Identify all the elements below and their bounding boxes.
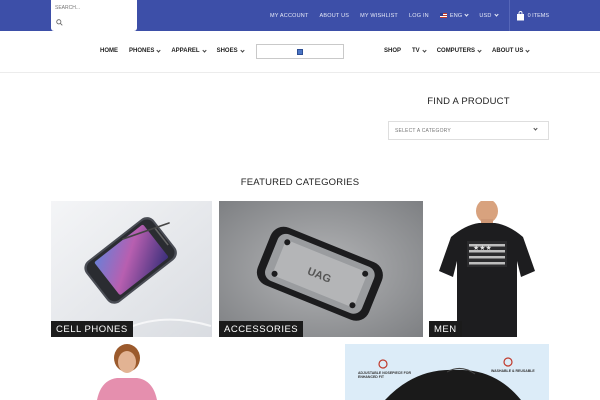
category-tile-cell-phones[interactable]: CELL PHONES: [51, 201, 212, 337]
nav-item-shoes[interactable]: SHOES: [216, 47, 245, 54]
my-wishlist-link[interactable]: MY WISHLIST: [360, 13, 398, 19]
language-label: ENG: [449, 12, 463, 19]
nav-item-tv[interactable]: TV: [412, 47, 427, 54]
search-icon[interactable]: [56, 19, 63, 26]
category-label: MEN: [429, 321, 462, 337]
nav-label: SHOP: [384, 48, 402, 54]
cart-button[interactable]: 0 ITEMS: [516, 10, 549, 21]
chevron-down-icon: [156, 47, 161, 53]
currency-label: USD: [479, 12, 492, 19]
nav-label: HOME: [100, 48, 118, 54]
my-account-link[interactable]: MY ACCOUNT: [270, 13, 309, 19]
chevron-down-icon: [493, 12, 499, 17]
site-logo[interactable]: [256, 44, 344, 59]
main-nav: HOME PHONES APPAREL SHOES SHOP TV COMPUT…: [0, 31, 600, 73]
log-in-link[interactable]: LOG IN: [409, 13, 429, 19]
cart-count: 0 ITEMS: [527, 12, 549, 19]
chevron-down-icon: [239, 47, 245, 53]
about-us-link[interactable]: ABOUT US: [320, 13, 350, 19]
top-bar: MY ACCOUNT ABOUT US MY WISHLIST LOG IN E…: [0, 0, 600, 31]
find-product-heading: FIND A PRODUCT: [427, 96, 510, 107]
nav-item-apparel[interactable]: APPAREL: [171, 47, 207, 54]
nav-item-shop[interactable]: SHOP: [384, 48, 401, 54]
search-input[interactable]: [55, 2, 133, 14]
nav-label: ABOUT US: [492, 48, 524, 54]
divider: [508, 0, 510, 31]
mask-caption-right: WASHABLE & REUSABLE: [491, 369, 535, 373]
us-flag-icon: [439, 13, 447, 18]
mask-caption-left: ADJUSTABLE NOSEPIECE FOR ENHANCED FIT: [358, 371, 412, 379]
currency-selector[interactable]: USD: [479, 12, 499, 19]
nav-label: APPAREL: [171, 48, 200, 54]
chevron-down-icon: [525, 47, 530, 53]
category-tile-masks[interactable]: ADJUSTABLE NOSEPIECE FOR ENHANCED FIT WA…: [345, 344, 549, 400]
category-select[interactable]: SELECT A CATEGORY: [388, 121, 549, 140]
nav-right: SHOP TV COMPUTERS ABOUT US: [384, 31, 540, 71]
nav-left: HOME PHONES APPAREL SHOES: [100, 31, 255, 71]
nav-item-about-us[interactable]: ABOUT US: [492, 47, 530, 54]
category-tile-men[interactable]: ★★★ MEN: [429, 201, 549, 337]
nav-item-phones[interactable]: PHONES: [129, 47, 161, 54]
category-label: CELL PHONES: [51, 321, 133, 337]
chevron-down-icon: [201, 47, 207, 53]
nav-label: TV: [412, 48, 420, 54]
cell-phones-image: [51, 201, 212, 337]
language-selector[interactable]: ENG: [439, 12, 469, 19]
shopping-bag-icon: [516, 10, 524, 20]
women-image: [51, 344, 212, 400]
chevron-down-icon: [533, 126, 538, 131]
chevron-down-icon: [464, 12, 469, 17]
nav-item-home[interactable]: HOME: [100, 48, 118, 54]
nav-label: PHONES: [129, 48, 155, 54]
broken-image-icon: [297, 48, 303, 55]
nav-item-computers[interactable]: COMPUTERS: [436, 47, 482, 54]
category-tile-accessories[interactable]: UAG ACCESSORIES: [219, 201, 423, 337]
top-links: MY ACCOUNT ABOUT US MY WISHLIST LOG IN E…: [259, 0, 600, 31]
nav-label: COMPUTERS: [436, 48, 476, 54]
category-label: ACCESSORIES: [219, 321, 304, 337]
chevron-down-icon: [422, 47, 427, 53]
category-tile-women[interactable]: [51, 344, 212, 400]
featured-categories-heading: FEATURED CATEGORIES: [240, 177, 360, 188]
nav-label: SHOES: [216, 48, 238, 54]
svg-text:★★★: ★★★: [473, 244, 492, 252]
men-tshirt-image: ★★★: [429, 201, 549, 337]
category-select-value: SELECT A CATEGORY: [395, 127, 451, 134]
chevron-down-icon: [477, 47, 482, 53]
search-box[interactable]: [51, 0, 137, 31]
accessories-image: UAG: [219, 201, 423, 337]
